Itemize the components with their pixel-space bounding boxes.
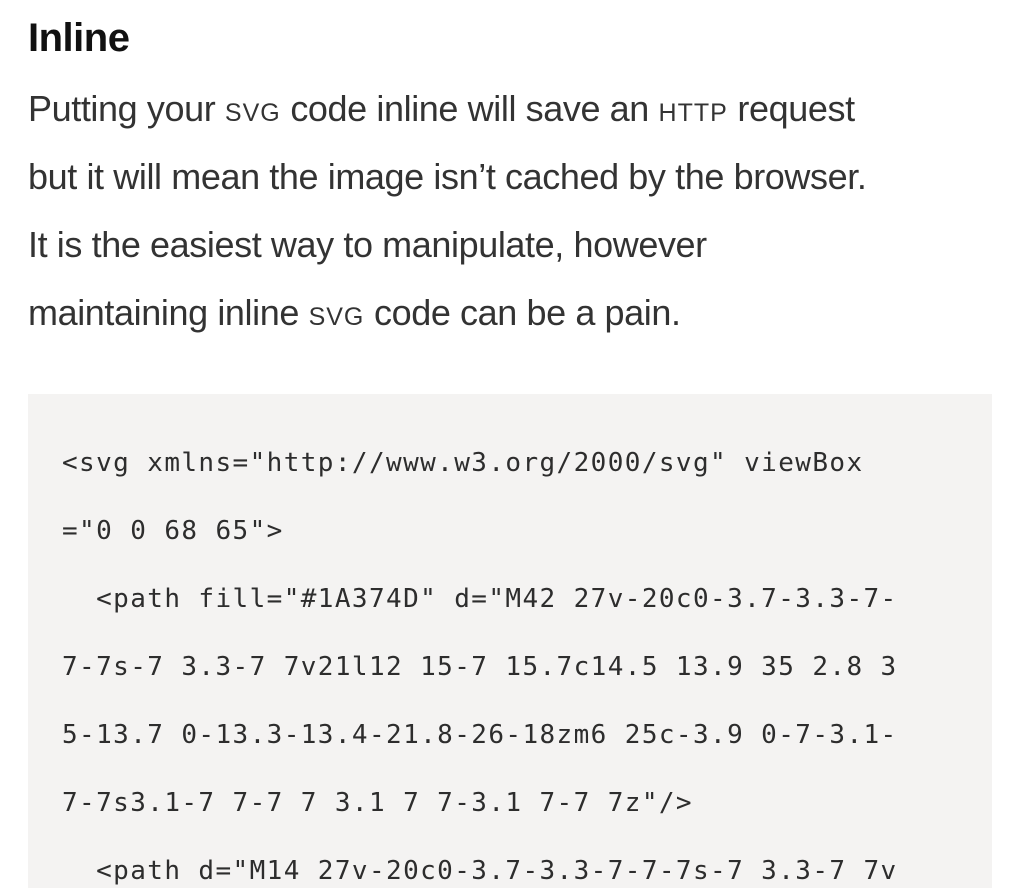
abbr-svg: SVG	[224, 88, 281, 129]
code-line: <path fill="#1A374D" d="M42 27v-20c0-3.7…	[62, 584, 898, 614]
text-fragment: maintaining inline	[28, 292, 309, 333]
section-paragraph: Putting your SVG code inline will save a…	[28, 75, 1018, 347]
section-heading: Inline	[28, 16, 130, 60]
code-line: ="0 0 68 65">	[62, 516, 284, 546]
code-line: 7-7s3.1-7 7-7 7 3.1 7 7-3.1 7-7 7z"/>	[62, 788, 693, 818]
text-fragment: Putting your	[28, 88, 225, 129]
text-fragment: code inline will save an	[280, 88, 659, 129]
abbr-svg: SVG	[308, 292, 365, 333]
code-line: 7-7s-7 3.3-7 7v21l12 15-7 15.7c14.5 13.9…	[62, 652, 898, 682]
code-line: <path d="M14 27v-20c0-3.7-3.3-7-7-7s-7 3…	[62, 856, 898, 886]
code-line: <svg xmlns="http://www.w3.org/2000/svg" …	[62, 448, 864, 478]
paragraph-line-4: maintaining inline SVG code can be a pai…	[28, 279, 1018, 347]
page: Inline Putting your SVG code inline will…	[0, 0, 1034, 888]
paragraph-line-1: Putting your SVG code inline will save a…	[28, 75, 1018, 143]
paragraph-line-3: It is the easiest way to manipulate, how…	[28, 224, 707, 265]
code-block: <svg xmlns="http://www.w3.org/2000/svg" …	[28, 394, 992, 888]
code-line: 5-13.7 0-13.3-13.4-21.8-26-18zm6 25c-3.9…	[62, 720, 898, 750]
abbr-http: HTTP	[658, 88, 728, 129]
text-fragment: code can be a pain.	[364, 292, 681, 333]
paragraph-line-2: but it will mean the image isn’t cached …	[28, 156, 867, 197]
text-fragment: request	[727, 88, 855, 129]
